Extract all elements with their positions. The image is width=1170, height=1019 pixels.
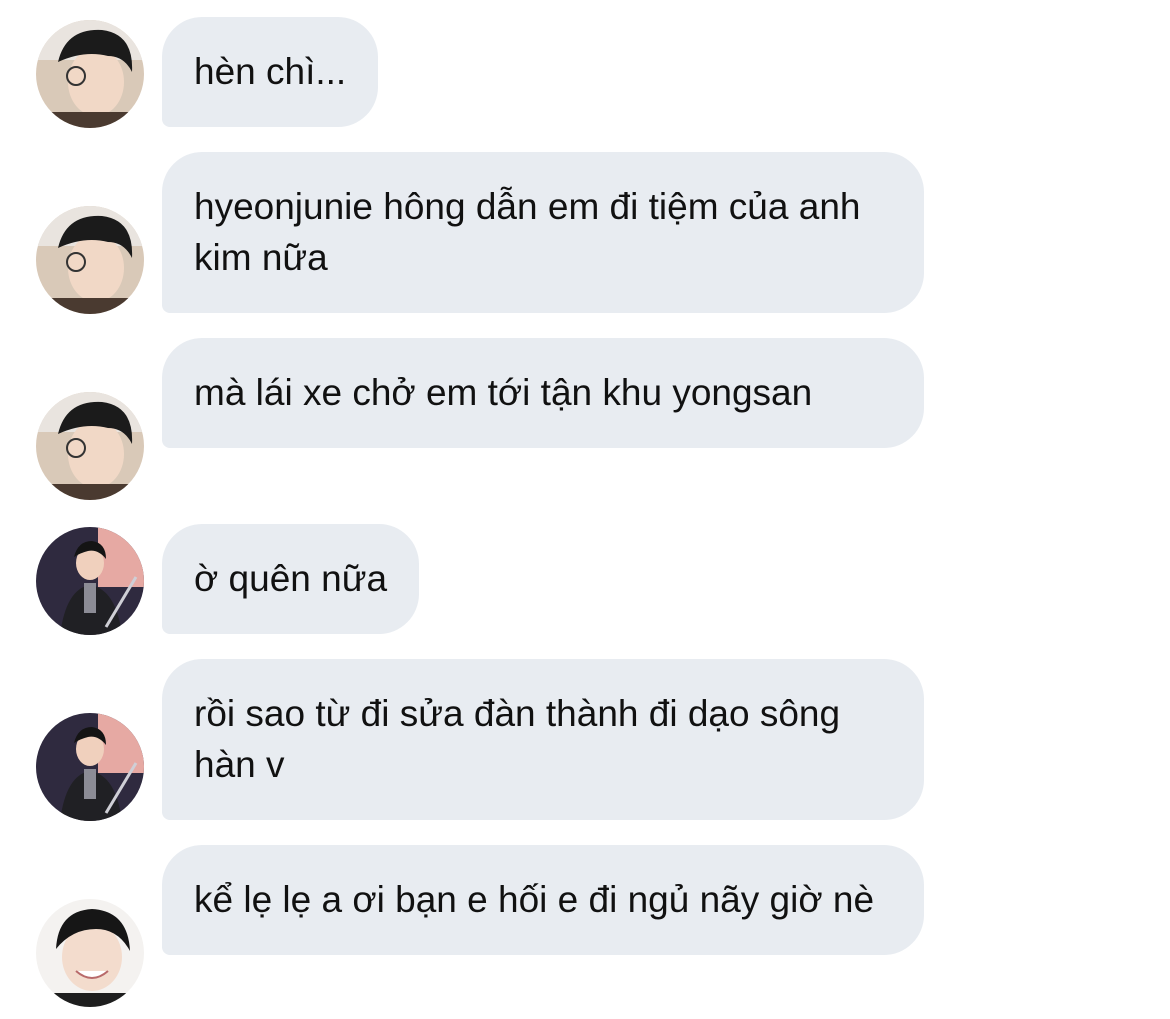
- user-avatar[interactable]: [36, 206, 144, 314]
- user-avatar[interactable]: [36, 392, 144, 500]
- avatar-photo-icon: [36, 392, 144, 500]
- avatar-photo-icon: [36, 527, 144, 635]
- message-bubble[interactable]: ờ quên nữa: [162, 524, 420, 634]
- message-text: kể lẹ lẹ a ơi bạn e hối e đi ngủ nãy giờ…: [194, 879, 875, 920]
- user-avatar[interactable]: [36, 527, 144, 635]
- message-text: mà lái xe chở em tới tận khu yongsan: [194, 372, 813, 413]
- avatar-photo-icon: [36, 713, 144, 821]
- message-bubble[interactable]: hèn chì...: [162, 17, 379, 127]
- message-bubble[interactable]: mà lái xe chở em tới tận khu yongsan: [162, 338, 924, 448]
- user-avatar[interactable]: [36, 20, 144, 128]
- chat-thread: hèn chì... hyeonjunie hông dẫn em đi tiệ…: [0, 0, 1170, 1019]
- user-avatar[interactable]: [36, 713, 144, 821]
- message-text: hèn chì...: [194, 51, 347, 92]
- message-text: ờ quên nữa: [194, 558, 388, 599]
- message-bubble[interactable]: kể lẹ lẹ a ơi bạn e hối e đi ngủ nãy giờ…: [162, 845, 924, 955]
- avatar-photo-icon: [36, 206, 144, 314]
- avatar-photo-icon: [36, 899, 144, 1007]
- message-text: hyeonjunie hông dẫn em đi tiệm của anh k…: [194, 186, 861, 278]
- message-text: rồi sao từ đi sửa đàn thành đi dạo sông …: [194, 693, 841, 785]
- user-avatar[interactable]: [36, 899, 144, 1007]
- avatar-photo-icon: [36, 20, 144, 128]
- message-bubble[interactable]: rồi sao từ đi sửa đàn thành đi dạo sông …: [162, 659, 924, 820]
- message-bubble[interactable]: hyeonjunie hông dẫn em đi tiệm của anh k…: [162, 152, 924, 313]
